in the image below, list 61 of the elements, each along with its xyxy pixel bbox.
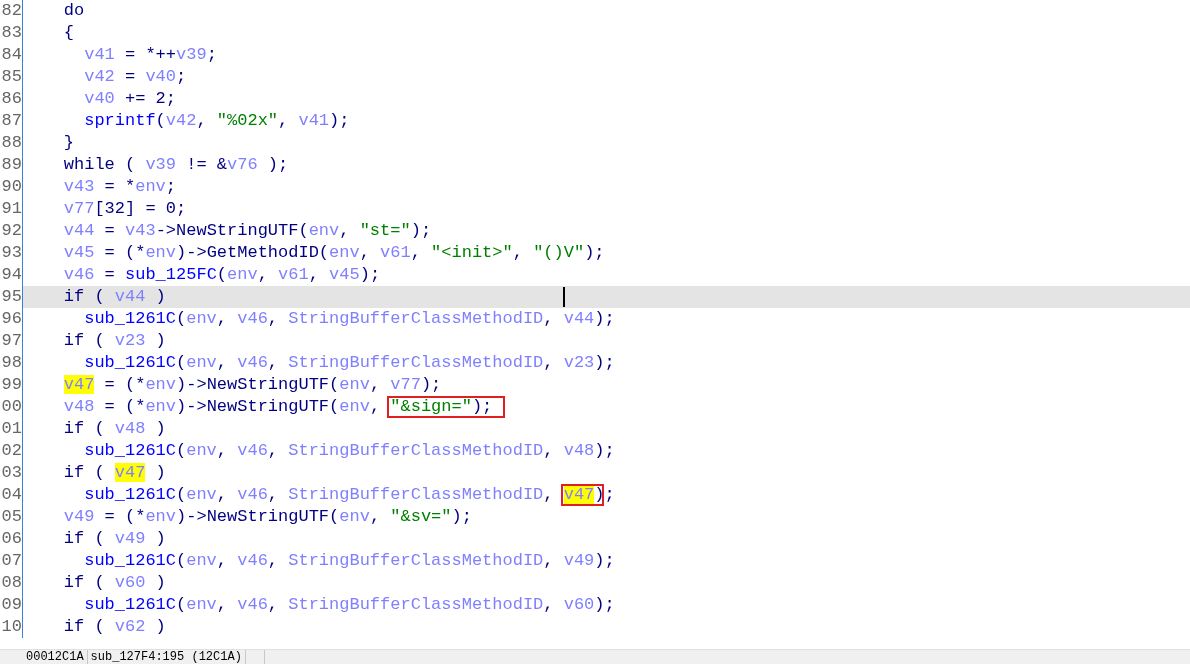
code-line: sub_1261C(env, v46, StringBufferClassMethodID, v47); <box>84 484 615 506</box>
line-number: 02 <box>0 440 23 462</box>
code-line: if ( v47 ) <box>63 462 166 484</box>
code-line: sub_1261C(env, v46, StringBufferClassMethodID, v60); <box>84 594 615 616</box>
line-number: 89 <box>0 154 23 176</box>
line-number: 08 <box>0 572 23 594</box>
code-line: if ( v48 ) <box>63 418 166 440</box>
code-line: v43 = *env; <box>63 176 177 198</box>
line-number: 99 <box>0 374 23 396</box>
code-line: if ( v62 ) <box>63 616 166 638</box>
code-line: while ( v39 != &v76 ); <box>63 154 289 176</box>
line-number: 93 <box>0 242 23 264</box>
line-number: 87 <box>0 110 23 132</box>
line-number: 91 <box>0 198 23 220</box>
line-number: 10 <box>0 616 23 638</box>
line-number: 97 <box>0 330 23 352</box>
code-line: { <box>63 22 74 44</box>
line-number: 92 <box>0 220 23 242</box>
status-field: sub_127F4:195 (12C1A) <box>87 650 246 664</box>
code-line: v41 = *++v39; <box>84 44 217 66</box>
code-line: if ( v60 ) <box>63 572 166 594</box>
line-number: 05 <box>0 506 23 528</box>
code-line: v48 = (*env)->NewStringUTF(env, "&sign="); <box>63 396 493 418</box>
line-number: 01 <box>0 418 23 440</box>
code-line: v44 = v43->NewStringUTF(env, "st="); <box>63 220 432 242</box>
line-number: 04 <box>0 484 23 506</box>
line-number: 90 <box>0 176 23 198</box>
code-line: v42 = v40; <box>84 66 187 88</box>
line-number: 88 <box>0 132 23 154</box>
code-line: sub_1261C(env, v46, StringBufferClassMethodID, v44); <box>84 308 615 330</box>
code-line: v40 += 2; <box>84 88 176 110</box>
line-number: 84 <box>0 44 23 66</box>
code-line: if ( v49 ) <box>63 528 166 550</box>
line-number: 94 <box>0 264 23 286</box>
code-line: if ( v23 ) <box>63 330 166 352</box>
line-number: 96 <box>0 308 23 330</box>
line-number: 03 <box>0 462 23 484</box>
line-number: 82 <box>0 0 23 22</box>
code-line: v45 = (*env)->GetMethodID(env, v61, "<init>", "()V"); <box>63 242 605 264</box>
code-line: sprintf(v42, "%02x", v41); <box>84 110 350 132</box>
line-number: 06 <box>0 528 23 550</box>
line-number: 00 <box>0 396 23 418</box>
status-field: 00012C1A <box>23 650 88 664</box>
line-number: 09 <box>0 594 23 616</box>
code-line: sub_1261C(env, v46, StringBufferClassMethodID, v48); <box>84 440 615 462</box>
line-number: 98 <box>0 352 23 374</box>
code-line: if ( v44 ) <box>63 286 166 308</box>
line-number: 07 <box>0 550 23 572</box>
line-number: 86 <box>0 88 23 110</box>
code-line: sub_1261C(env, v46, StringBufferClassMethodID, v49); <box>84 550 615 572</box>
code-line: v77[32] = 0; <box>63 198 187 220</box>
code-line: v49 = (*env)->NewStringUTF(env, "&sv="); <box>63 506 472 528</box>
code-line: } <box>63 132 74 154</box>
code-line: do <box>63 0 85 22</box>
code-line: v47 = (*env)->NewStringUTF(env, v77); <box>63 374 442 396</box>
text-cursor <box>563 287 565 307</box>
line-number: 85 <box>0 66 23 88</box>
code-line: v46 = sub_125FC(env, v61, v45); <box>63 264 381 286</box>
code-line: sub_1261C(env, v46, StringBufferClassMethodID, v23); <box>84 352 615 374</box>
line-number: 95 <box>0 286 23 308</box>
line-number: 83 <box>0 22 23 44</box>
